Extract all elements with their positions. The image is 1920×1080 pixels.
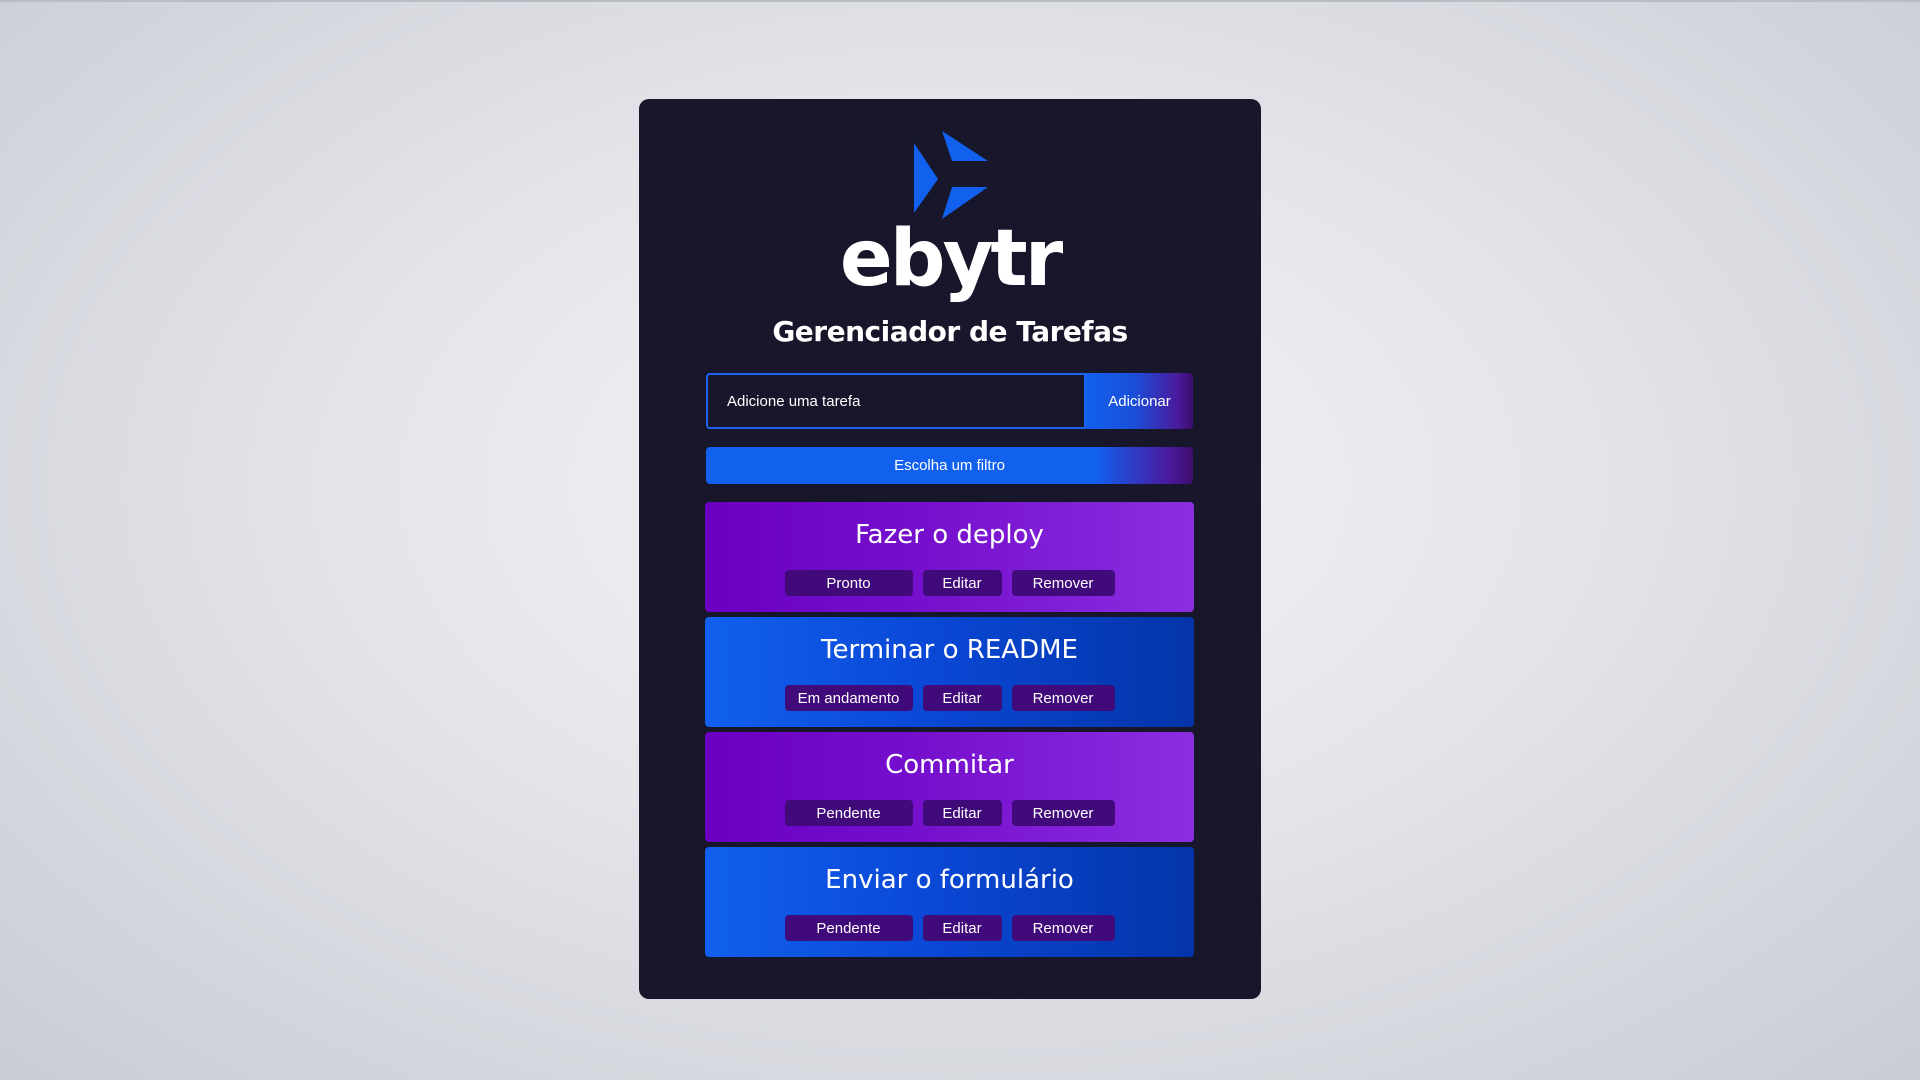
filter-select[interactable]: Escolha um filtro <box>706 447 1193 484</box>
task-actions: Pronto Editar Remover <box>705 570 1194 596</box>
edit-task-button[interactable]: Editar <box>922 685 1002 711</box>
add-task-button[interactable]: Adicionar <box>1086 373 1193 429</box>
brand-logo: ebytr <box>639 129 1261 299</box>
task-card: Enviar o formulário Pendente Editar Remo… <box>705 847 1194 957</box>
remove-task-button[interactable]: Remover <box>1011 915 1115 941</box>
task-status-button[interactable]: Pendente <box>784 800 913 826</box>
task-title: Commitar <box>885 750 1014 780</box>
brand-name: ebytr <box>839 214 1063 304</box>
task-manager-panel: ebytr Gerenciador de Tarefas Adicionar E… <box>639 99 1261 999</box>
task-status-button[interactable]: Pendente <box>784 915 913 941</box>
page-title: Gerenciador de Tarefas <box>772 315 1128 348</box>
paper-plane-arrow-icon <box>914 131 988 219</box>
remove-task-button[interactable]: Remover <box>1011 570 1115 596</box>
task-actions: Pendente Editar Remover <box>705 800 1194 826</box>
edit-task-button[interactable]: Editar <box>922 915 1002 941</box>
add-task-form: Adicionar <box>706 373 1193 429</box>
browser-top-border <box>0 0 1920 2</box>
task-title: Enviar o formulário <box>825 865 1074 895</box>
task-status-button[interactable]: Pronto <box>784 570 913 596</box>
task-card: Fazer o deploy Pronto Editar Remover <box>705 502 1194 612</box>
edit-task-button[interactable]: Editar <box>922 800 1002 826</box>
task-card: Commitar Pendente Editar Remover <box>705 732 1194 842</box>
task-input[interactable] <box>706 373 1086 429</box>
task-list: Fazer o deploy Pronto Editar Remover Ter… <box>705 502 1194 962</box>
remove-task-button[interactable]: Remover <box>1011 800 1115 826</box>
task-title: Fazer o deploy <box>855 520 1044 550</box>
edit-task-button[interactable]: Editar <box>922 570 1002 596</box>
task-actions: Pendente Editar Remover <box>705 915 1194 941</box>
task-status-button[interactable]: Em andamento <box>784 685 913 711</box>
task-actions: Em andamento Editar Remover <box>705 685 1194 711</box>
remove-task-button[interactable]: Remover <box>1011 685 1115 711</box>
task-card: Terminar o README Em andamento Editar Re… <box>705 617 1194 727</box>
task-title: Terminar o README <box>821 635 1078 665</box>
